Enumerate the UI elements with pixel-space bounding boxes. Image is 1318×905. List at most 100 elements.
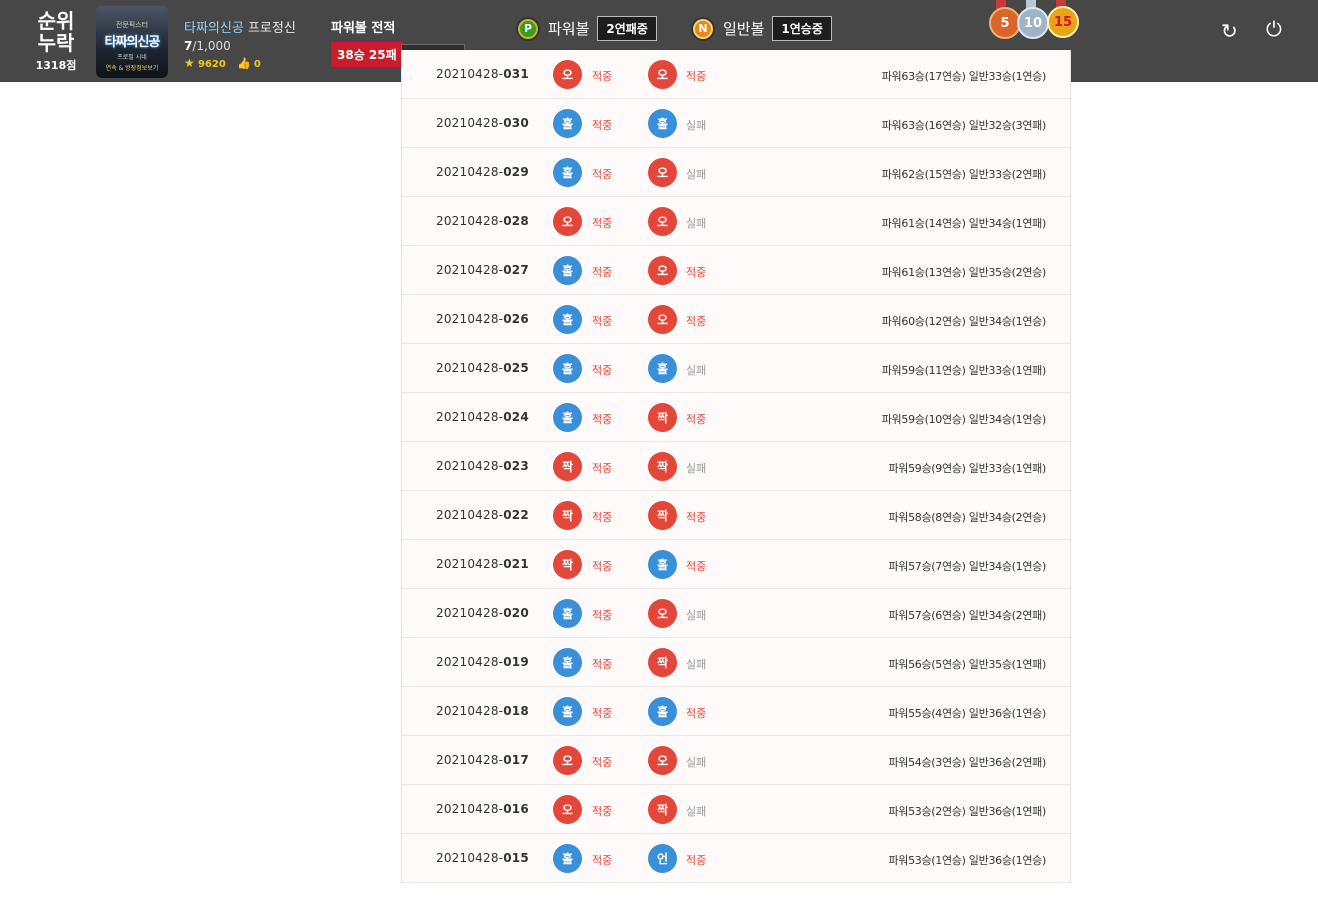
history-row[interactable]: 20210428-028 오 적중 오 실패 파워61승(14연승) 일반34승(1연패) — [402, 197, 1070, 246]
round-summary: 파워53승(2연승) 일반36승(1연패) — [888, 805, 1046, 818]
round-id: 20210428-029 — [436, 165, 529, 179]
history-row[interactable]: 20210428-030 홀 적중 홀 실패 파워63승(16연승) 일반32승(3연패) — [402, 99, 1070, 148]
history-row[interactable]: 20210428-026 홀 적중 오 적중 파워60승(12연승) 일반34승(1연승) — [402, 295, 1070, 344]
powerball-result: 적중 — [592, 854, 613, 867]
history-row[interactable]: 20210428-019 홀 적중 짝 실패 파워56승(5연승) 일반35승(1연패) — [402, 638, 1070, 687]
nickname[interactable]: 타짜의신공 — [184, 21, 244, 36]
likes-value: 0 — [253, 59, 261, 70]
normalball-result: 적중 — [686, 70, 707, 83]
round-prefix: 20210428- — [436, 214, 504, 228]
star-icon: ★ — [184, 56, 195, 70]
round-prefix: 20210428- — [436, 263, 504, 277]
round-summary: 파워57승(7연승) 일반34승(1연승) — [888, 560, 1046, 573]
normalball-result: 실패 — [686, 168, 707, 181]
round-number: 030 — [503, 116, 529, 130]
round-summary: 파워61승(13연승) 일반35승(2연승) — [881, 266, 1047, 279]
history-row[interactable]: 20210428-022 짝 적중 짝 적중 파워58승(8연승) 일반34승(2연승) — [402, 491, 1070, 540]
powerball-result: 적중 — [592, 70, 613, 83]
history-row[interactable]: 20210428-031 오 적중 오 적중 파워63승(17연승) 일반33승(1연승) — [402, 50, 1070, 99]
round-summary: 파워55승(4연승) 일반36승(1연승) — [888, 707, 1046, 720]
powerball-result: 적중 — [592, 168, 613, 181]
normalball-pick-ball: 짝 — [648, 403, 677, 432]
medal-10-icon: 10 — [1017, 7, 1049, 39]
avatar[interactable]: 전문픽스터 타짜의신공 프로필 시네 연속 & 방장정보보기 — [96, 6, 168, 78]
normalball-result: 적중 — [686, 413, 707, 426]
normalball-result: 적중 — [686, 511, 707, 524]
round-summary: 파워56승(5연승) 일반35승(1연패) — [888, 658, 1046, 671]
normalball-pick-ball: 오 — [648, 746, 677, 775]
history-row[interactable]: 20210428-021 짝 적중 홀 적중 파워57승(7연승) 일반34승(1연승) — [402, 540, 1070, 589]
round-summary: 파워63승(17연승) 일반33승(1연승) — [881, 70, 1047, 83]
normalball-pick-ball: 오 — [648, 305, 677, 334]
history-row[interactable]: 20210428-017 오 적중 오 실패 파워54승(3연승) 일반36승(2연패) — [402, 736, 1070, 785]
powerball-result: 적중 — [592, 413, 613, 426]
round-summary: 파워53승(1연승) 일반36승(1연승) — [888, 854, 1046, 867]
history-row[interactable]: 20210428-029 홀 적중 오 실패 파워62승(15연승) 일반33승(2연패) — [402, 148, 1070, 197]
normalball-pick-ball: 짝 — [648, 452, 677, 481]
normalball-result: 실패 — [686, 217, 707, 230]
power-label: 파워볼 — [548, 20, 590, 38]
round-id: 20210428-027 — [436, 263, 529, 277]
history-row[interactable]: 20210428-018 홀 적중 홀 적중 파워55승(4연승) 일반36승(1연승) — [402, 687, 1070, 736]
round-summary: 파워54승(3연승) 일반36승(2연패) — [888, 756, 1046, 769]
powerball-pick-ball: 오 — [553, 60, 582, 89]
medal-15-icon: 15 — [1047, 6, 1079, 38]
record-history-dropdown[interactable]: 20210428-031 오 적중 오 적중 파워63승(17연승) 일반33승(1연승)… — [401, 50, 1071, 883]
round-id: 20210428-017 — [436, 753, 529, 767]
rank-title-line1: 순위 — [37, 9, 75, 33]
normalball-result: 실패 — [686, 364, 707, 377]
powerball-result: 적중 — [592, 805, 613, 818]
level: 7/1,000 — [184, 39, 296, 53]
normalball-pick-ball: 오 — [648, 599, 677, 628]
normalball-result: 실패 — [686, 609, 707, 622]
round-number: 029 — [503, 165, 529, 179]
powerball-record: 파워볼 전적 38승 25패 — [331, 17, 465, 67]
round-id: 20210428-019 — [436, 655, 529, 669]
normalball-status: N 일반볼 1연승중 — [691, 16, 832, 41]
round-prefix: 20210428- — [436, 116, 504, 130]
record-badge[interactable]: 38승 25패 — [331, 42, 403, 67]
round-number: 021 — [503, 557, 529, 571]
round-id: 20210428-025 — [436, 361, 529, 375]
history-row[interactable]: 20210428-015 홀 적중 언 적중 파워53승(1연승) 일반36승(1연승) — [402, 834, 1070, 883]
round-number: 024 — [503, 410, 529, 424]
normalball-result: 적중 — [686, 266, 707, 279]
powerball-result: 적중 — [592, 707, 613, 720]
round-prefix: 20210428- — [436, 802, 504, 816]
history-row[interactable]: 20210428-020 홀 적중 오 실패 파워57승(6연승) 일반34승(2연패) — [402, 589, 1070, 638]
history-row[interactable]: 20210428-024 홀 적중 짝 적중 파워59승(10연승) 일반34승(1연승) — [402, 393, 1070, 442]
powerball-pick-ball: 홀 — [553, 109, 582, 138]
round-id: 20210428-018 — [436, 704, 529, 718]
rank-block[interactable]: 순위 누락 1318점 — [30, 10, 82, 73]
round-summary: 파워58승(8연승) 일반34승(2연승) — [888, 511, 1046, 524]
avatar-line4: 연속 & 방장정보보기 — [105, 65, 159, 72]
user-stats: ★ 9620 👍 0 — [184, 56, 296, 70]
round-number: 015 — [503, 851, 529, 865]
thumbs-up-icon: 👍 — [236, 57, 251, 70]
round-id: 20210428-015 — [436, 851, 529, 865]
round-number: 026 — [503, 312, 529, 326]
power-coin-icon: P — [516, 16, 540, 41]
round-number: 025 — [503, 361, 529, 375]
normalball-result: 적중 — [686, 315, 707, 328]
history-row[interactable]: 20210428-016 오 적중 짝 실패 파워53승(2연승) 일반36승(1연패) — [402, 785, 1070, 834]
power-streak: 2연패중 — [597, 16, 657, 41]
profile-info: 타짜의신공 프로정신 7/1,000 ★ 9620 👍 0 — [184, 17, 296, 70]
powerball-result: 적중 — [592, 119, 613, 132]
powerball-pick-ball: 홀 — [553, 354, 582, 383]
logout-power-icon[interactable]: ⏻ — [1266, 17, 1282, 41]
round-prefix: 20210428- — [436, 361, 504, 375]
points-value: 9620 — [197, 59, 226, 70]
user-role: 프로정신 — [247, 21, 296, 36]
powerball-pick-ball: 오 — [553, 207, 582, 236]
history-row[interactable]: 20210428-023 짝 적중 짝 실패 파워59승(9연승) 일반33승(1연패) — [402, 442, 1070, 491]
history-row[interactable]: 20210428-027 홀 적중 오 적중 파워61승(13연승) 일반35승(2연승) — [402, 246, 1070, 295]
powerball-result: 적중 — [592, 364, 613, 377]
powerball-pick-ball: 홀 — [553, 844, 582, 873]
level-max: /1,000 — [192, 39, 231, 53]
normalball-pick-ball: 오 — [648, 60, 677, 89]
round-summary: 파워60승(12연승) 일반34승(1연승) — [881, 315, 1047, 328]
refresh-icon[interactable]: ↻ — [1221, 19, 1238, 43]
history-row[interactable]: 20210428-025 홀 적중 홀 실패 파워59승(11연승) 일반33승(1연패) — [402, 344, 1070, 393]
normalball-result: 실패 — [686, 119, 707, 132]
